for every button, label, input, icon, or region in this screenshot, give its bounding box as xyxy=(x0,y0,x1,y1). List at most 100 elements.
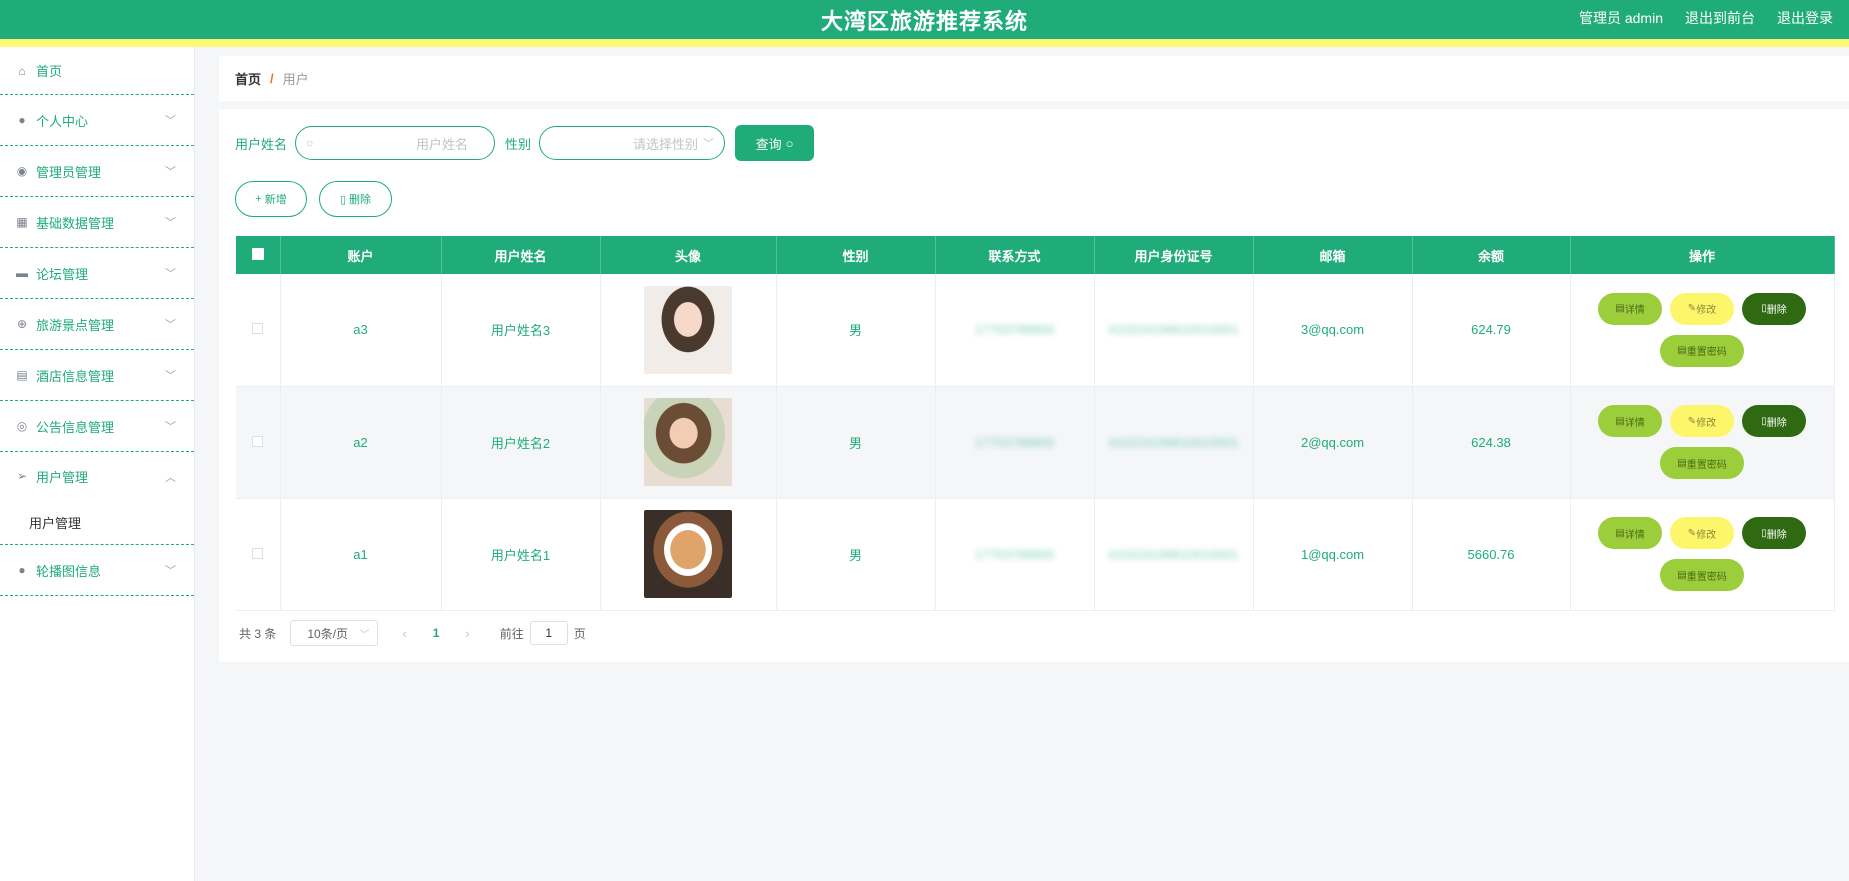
compass-icon: ◎ xyxy=(16,419,28,433)
edit-label: 修改 xyxy=(1696,417,1717,429)
sidebar-item-personal-center[interactable]: ● 个人中心 ﹀ xyxy=(0,95,194,146)
chevron-down-icon: ﹀ xyxy=(165,268,176,280)
column-header: 邮箱 xyxy=(1253,236,1413,274)
delete-button[interactable]: ▯ 删除 xyxy=(1742,405,1806,437)
sidebar-item-admin-management[interactable]: ◉ 管理员管理 ﹀ xyxy=(0,146,194,197)
batch-delete-button[interactable]: ▯ 删除 xyxy=(319,181,392,217)
prev-page-icon[interactable]: ‹ xyxy=(402,626,406,641)
query-button[interactable]: 查询 ○ xyxy=(735,125,815,161)
delete-label: 删除 xyxy=(1766,305,1787,317)
edit-icon: ✎ xyxy=(1687,303,1697,315)
select-all-cell[interactable] xyxy=(236,236,281,274)
goto-page-input[interactable]: 1 xyxy=(529,621,568,645)
sidebar-item-carousel[interactable]: ● 轮播图信息 ﹀ xyxy=(0,545,194,596)
add-button[interactable]: + 新增 xyxy=(235,181,307,217)
goto-suffix: 页 xyxy=(573,626,586,641)
delete-button[interactable]: ▯ 删除 xyxy=(1742,292,1806,325)
delete-button[interactable]: ▯ 删除 xyxy=(1742,517,1806,549)
table-row: a2 用户姓名2 男 17703788800 41022419961001000… xyxy=(236,386,1835,499)
column-header: 账户 xyxy=(280,236,442,274)
row-checkbox[interactable] xyxy=(252,547,264,559)
row-checkbox[interactable] xyxy=(252,323,264,335)
sidebar-item-attractions[interactable]: ⊕ 旅游景点管理 ﹀ xyxy=(0,299,194,350)
user-icon: ● xyxy=(18,563,26,577)
total-count: 共 3 条 xyxy=(239,626,277,641)
sex-select[interactable]: 请选择性别 ﹀ xyxy=(539,126,726,160)
search-icon: ○ xyxy=(785,135,794,151)
reset-password-button[interactable]: ▤ 重置密码 xyxy=(1660,334,1744,367)
column-header: 操作 xyxy=(1570,236,1835,274)
sidebar-item-label: 首页 xyxy=(36,64,63,79)
reset-password-button[interactable]: ▤ 重置密码 xyxy=(1660,447,1744,479)
account-cell: a2 xyxy=(280,386,442,499)
chevron-down-icon: ﹀ xyxy=(165,115,176,127)
sidebar-item-hotels[interactable]: ▤ 酒店信息管理 ﹀ xyxy=(0,350,194,401)
row-select-cell xyxy=(236,274,281,387)
sidebar-item-label: 轮播图信息 xyxy=(36,563,102,579)
ops-cell: ▤ 详情 ✎ 修改 ▯ 删除 ▤ 重置密码 xyxy=(1570,386,1835,499)
action-buttons: + 新增 ▯ 删除 xyxy=(235,181,392,217)
search-form: 用户姓名 ○ 用户姓名 性别 请选择性别 ﹀ 查询 ○ xyxy=(235,125,815,161)
row-select-cell xyxy=(236,498,281,611)
chevron-down-icon: ﹀ xyxy=(165,565,176,577)
sex-cell: 男 xyxy=(776,386,936,499)
delete-label: 删除 xyxy=(1766,529,1787,541)
table-row: a3 用户姓名3 男 17703788800 41022419961001000… xyxy=(236,274,1835,387)
detail-button[interactable]: ▤ 详情 xyxy=(1598,292,1662,325)
chevron-down-icon: ﹀ xyxy=(165,217,176,229)
balance-cell: 624.79 xyxy=(1412,274,1571,387)
grid-icon: ▦ xyxy=(16,215,28,229)
account-cell: a1 xyxy=(280,498,442,611)
edit-label: 修改 xyxy=(1696,305,1717,317)
sidebar-item-user-management[interactable]: ➢ 用户管理 ︿ xyxy=(0,452,194,500)
breadcrumb-home[interactable]: 首页 xyxy=(235,69,261,88)
idcard-value: 410224199610010001 xyxy=(1108,434,1239,450)
chevron-down-icon: ﹀ xyxy=(165,421,176,433)
edit-icon: ✎ xyxy=(1687,415,1697,427)
next-page-icon[interactable]: › xyxy=(465,626,469,641)
logout-link[interactable]: 退出登录 xyxy=(1777,8,1833,28)
sex-cell: 男 xyxy=(776,498,936,611)
name-placeholder: 用户姓名 xyxy=(416,136,469,152)
reset-icon: ▤ xyxy=(1677,569,1687,581)
page-size-select[interactable]: 10条/页 ﹀ xyxy=(290,620,379,646)
email-cell: 1@qq.com xyxy=(1253,498,1413,611)
sex-cell: 男 xyxy=(776,274,936,387)
sidebar-item-label: 基础数据管理 xyxy=(36,215,115,231)
phone-value: 17703788800 xyxy=(974,434,1055,450)
account-cell: a3 xyxy=(280,274,442,387)
app-title: 大湾区旅游推荐系统 xyxy=(820,9,1028,34)
reset-password-button[interactable]: ▤ 重置密码 xyxy=(1660,559,1744,591)
sidebar-item-notices[interactable]: ◎ 公告信息管理 ﹀ xyxy=(0,401,194,452)
sex-placeholder: 请选择性别 xyxy=(633,136,699,152)
breadcrumb: 首页 / 用户 xyxy=(219,56,1849,101)
idcard-cell: 410224199610010001 xyxy=(1094,274,1254,387)
avatar xyxy=(644,510,732,598)
exit-to-front-link[interactable]: 退出到前台 xyxy=(1685,8,1755,28)
detail-button[interactable]: ▤ 详情 xyxy=(1598,517,1662,549)
phone-value: 17703788800 xyxy=(974,546,1055,562)
edit-button[interactable]: ✎ 修改 xyxy=(1670,517,1734,549)
sidebar-item-base-data[interactable]: ▦ 基础数据管理 ﹀ xyxy=(0,197,194,248)
page-size-value: 10条/页 xyxy=(307,626,349,641)
avatar-cell xyxy=(600,498,777,611)
column-header: 用户姓名 xyxy=(441,236,601,274)
user-icon: ● xyxy=(18,113,26,127)
phone-cell: 17703788800 xyxy=(935,274,1095,387)
name-search-input[interactable]: ○ 用户姓名 xyxy=(295,126,496,160)
breadcrumb-current: 用户 xyxy=(282,72,309,87)
add-button-label: 新增 xyxy=(264,194,287,206)
page-number[interactable]: 1 xyxy=(433,626,440,640)
sidebar-item-forum[interactable]: ▬ 论坛管理 ﹀ xyxy=(0,248,194,299)
edit-button[interactable]: ✎ 修改 xyxy=(1670,292,1734,325)
row-checkbox[interactable] xyxy=(252,435,264,447)
table-header-row: 账户 用户姓名 头像 性别 联系方式 用户身份证号 邮箱 余额 操作 xyxy=(236,236,1835,274)
sidebar-item-home[interactable]: ⌂ 首页 xyxy=(0,47,194,95)
sidebar-subitem-user-management[interactable]: 用户管理 xyxy=(0,500,194,544)
breadcrumb-separator: / xyxy=(270,71,274,86)
edit-button[interactable]: ✎ 修改 xyxy=(1670,405,1734,437)
phone-cell: 17703788800 xyxy=(935,498,1095,611)
search-icon: ○ xyxy=(306,136,314,150)
select-all-checkbox[interactable] xyxy=(251,247,264,260)
detail-button[interactable]: ▤ 详情 xyxy=(1598,405,1662,437)
